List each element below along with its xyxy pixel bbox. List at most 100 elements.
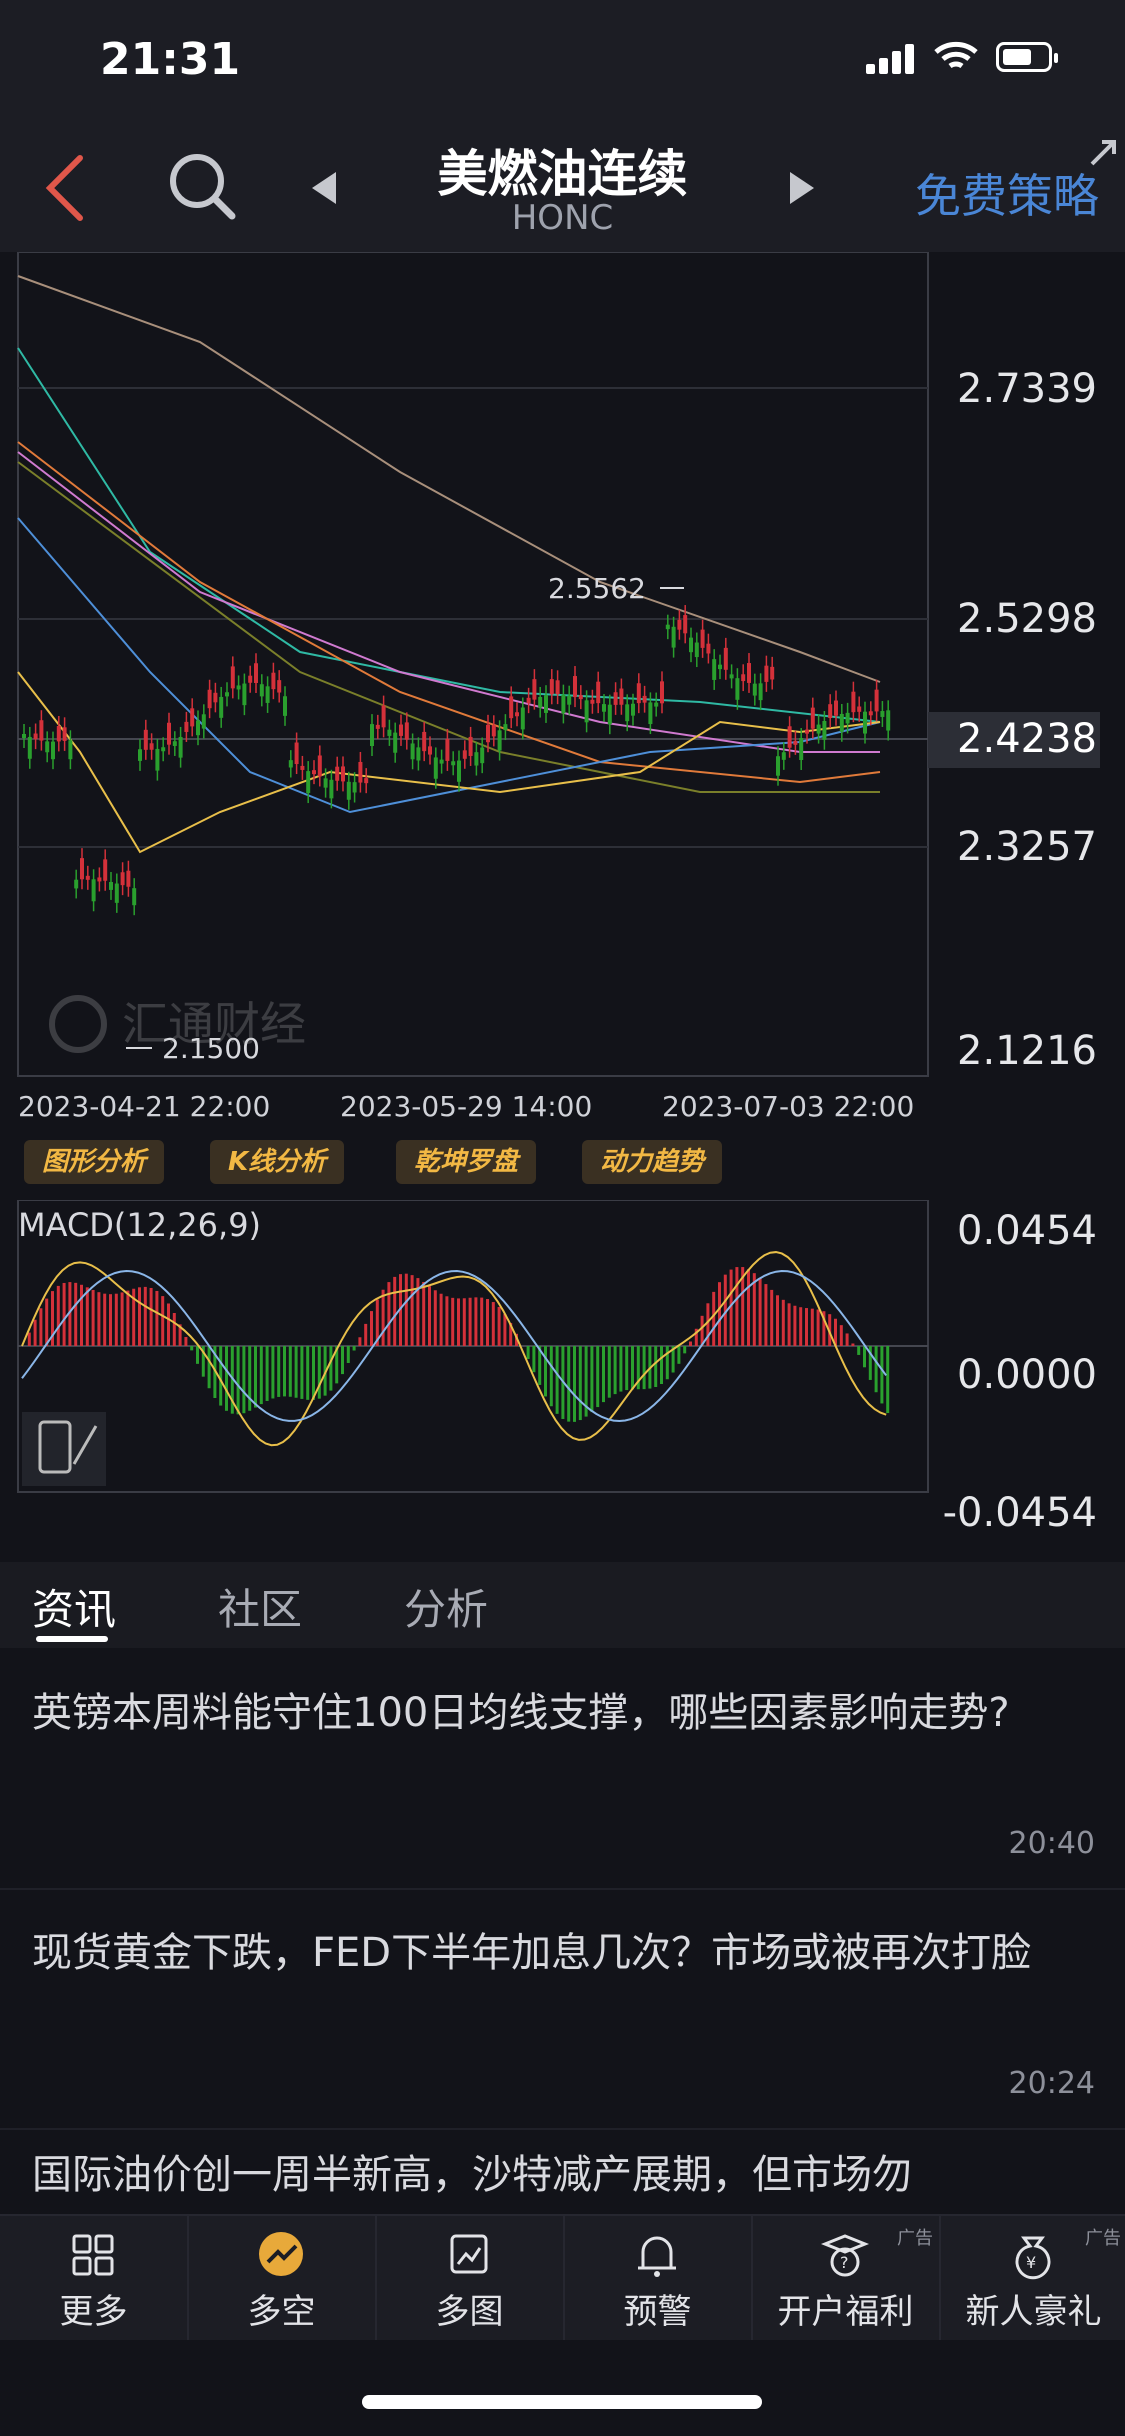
trend-icon [259, 2232, 303, 2276]
macd-bar [225, 1346, 228, 1411]
candle [68, 740, 73, 760]
nav-more[interactable]: 更多 [0, 2216, 189, 2340]
candle [660, 681, 664, 704]
candle [735, 678, 740, 700]
free-strategy-button[interactable]: 免费策略 [915, 160, 1099, 226]
macd-bar [607, 1346, 611, 1398]
candle [515, 712, 519, 717]
tab-analysis[interactable]: 分析 [404, 1576, 488, 1637]
candle [758, 683, 763, 701]
macd-bar [735, 1267, 739, 1346]
tab-news[interactable]: 资讯 [32, 1576, 116, 1637]
macd-bar [480, 1297, 484, 1346]
nav-label: 多图 [435, 2292, 504, 2332]
news-title: 英镑本周料能守住100日均线支撑，哪些因素影响走势? [32, 1690, 1010, 1736]
candle [126, 870, 131, 887]
macd-bar [283, 1346, 286, 1397]
macd-bar [810, 1308, 814, 1346]
news-item[interactable]: 现货黄金下跌，FED下半年加息几次？市场或被再次打脸 20:24 [0, 1890, 1125, 2130]
candle [294, 742, 299, 765]
candle [642, 695, 647, 703]
candle [155, 748, 160, 771]
macd-bar [567, 1346, 571, 1422]
candle [219, 696, 224, 718]
next-symbol-icon[interactable] [786, 168, 818, 208]
macd-bar [370, 1311, 373, 1346]
macd-bar [97, 1292, 101, 1346]
macd-bar [596, 1346, 600, 1408]
macd-label-mid: 0.0000 [957, 1352, 1097, 1398]
macd-label-bottom: -0.0454 [942, 1490, 1097, 1536]
graph-analysis-button[interactable]: 图形分析 [24, 1140, 165, 1184]
drawing-tool-icon[interactable] [22, 1412, 106, 1486]
macd-bar [219, 1346, 223, 1406]
status-bar: 21:31 [0, 0, 1125, 120]
macd-bar [457, 1298, 460, 1346]
nav-newbie-gift[interactable]: 广告 ¥ 新人豪礼 [940, 2216, 1125, 2340]
candle [283, 696, 287, 716]
candle [787, 726, 792, 748]
macd-bar [816, 1309, 820, 1346]
macd-bar [491, 1302, 495, 1346]
macd-bar [271, 1346, 275, 1399]
candle [143, 729, 148, 750]
tab-community[interactable]: 社区 [218, 1576, 302, 1637]
candle [39, 720, 44, 741]
macd-bar [555, 1346, 559, 1414]
nav-multi-chart[interactable]: 多图 [376, 2216, 565, 2340]
macd-bar [358, 1337, 362, 1346]
candle [120, 872, 125, 886]
macd-label-top: 0.0454 [957, 1208, 1097, 1254]
macd-bar [346, 1346, 350, 1363]
macd-bar [468, 1297, 472, 1346]
macd-bar [781, 1299, 785, 1346]
expand-icon[interactable] [1088, 138, 1118, 168]
candle [747, 663, 751, 683]
kline-analysis-button[interactable]: K线分析 [210, 1140, 345, 1184]
news-item[interactable]: 国际油价创一周半新高，沙特减产展期，但市场勿 [0, 2130, 1125, 2214]
compass-button[interactable]: 乾坤罗盘 [396, 1140, 537, 1184]
candle [700, 629, 705, 648]
candle [300, 765, 305, 770]
candle [74, 879, 79, 889]
candle [457, 760, 461, 782]
candle [497, 730, 502, 751]
macd-bar [660, 1346, 663, 1385]
macd-bar [381, 1289, 385, 1346]
candle [868, 711, 873, 716]
candle [404, 722, 409, 740]
macd-bar [573, 1346, 576, 1422]
nav-label: 开户福利 [777, 2292, 914, 2332]
status-time: 21:31 [100, 34, 241, 85]
candle [184, 721, 189, 732]
candle [723, 647, 728, 670]
nav-account-bonus[interactable]: 广告 ? 开户福利 [752, 2216, 941, 2340]
macd-bar [259, 1346, 263, 1405]
candle [706, 643, 711, 654]
candle [532, 679, 537, 700]
candle [364, 778, 369, 784]
candle [22, 734, 26, 738]
nav-alert[interactable]: 预警 [564, 2216, 753, 2340]
candle [480, 747, 485, 764]
price-label-1: 2.7339 [957, 366, 1097, 412]
candle [636, 683, 641, 704]
candle [230, 666, 235, 689]
news-time: 20:24 [1008, 2066, 1095, 2101]
candle [648, 702, 653, 725]
candle [85, 875, 90, 880]
candle [80, 858, 84, 880]
current-price-label: 2.4238 [957, 716, 1097, 762]
candle [839, 714, 844, 732]
macd-bar [56, 1285, 60, 1346]
momentum-trend-button[interactable]: 动力趋势 [582, 1140, 723, 1184]
macd-bar [428, 1286, 431, 1346]
price-label-4: 2.3257 [957, 824, 1097, 870]
candle [538, 696, 543, 708]
news-item[interactable]: 英镑本周料能守住100日均线支撑，哪些因素影响走势? 20:40 [0, 1650, 1125, 1890]
candle [172, 741, 177, 746]
nav-long-short[interactable]: 多空 [188, 2216, 377, 2340]
macd-bar [190, 1346, 194, 1351]
candle [863, 711, 867, 734]
macd-bar [851, 1343, 855, 1346]
